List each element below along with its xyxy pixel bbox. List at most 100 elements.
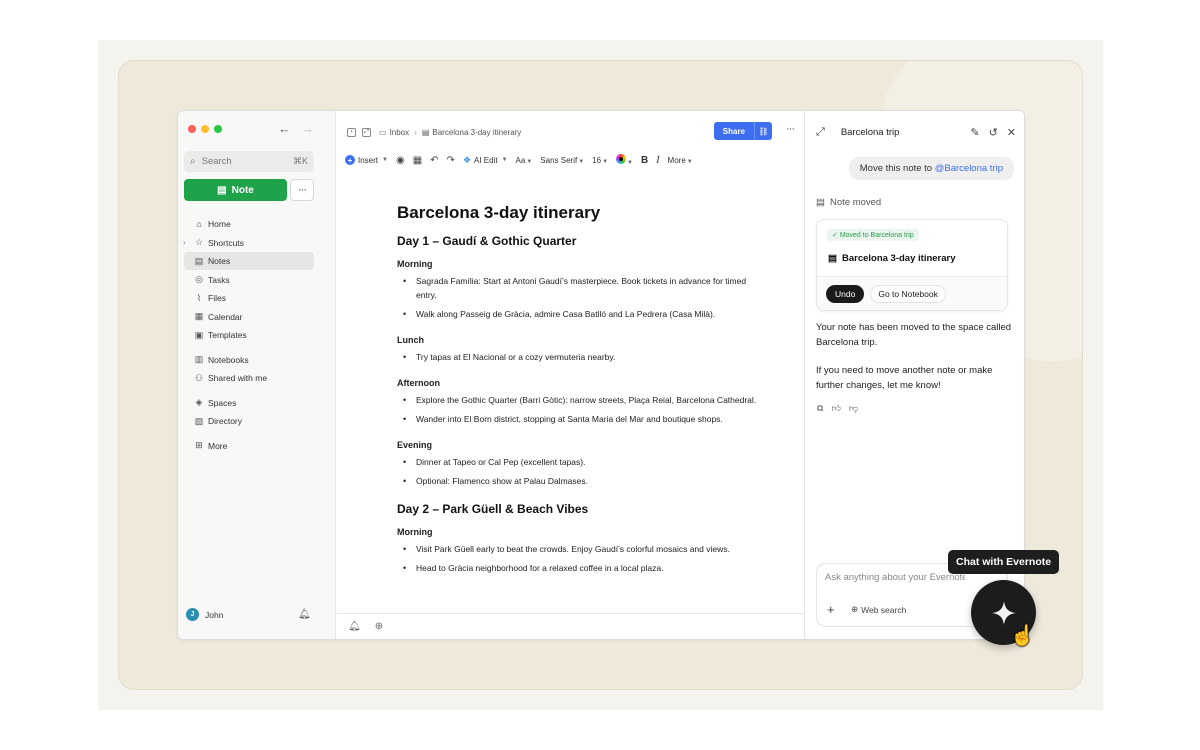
list-item: Try tapas at El Nacional or a cozy vermu… [397,350,757,364]
sidebar-nav: ⌂ Home › ☆ Shortcuts ▤ Notes ◎ Tasks ⌇ Files ▦… [183,215,314,455]
chevron-down-icon: ▼ [686,158,693,165]
edit-icon[interactable]: ✎ [970,126,979,139]
chevron-down-icon: ▼ [627,160,633,166]
status-badge-text: Moved to Barcelona trip [839,232,914,239]
ai-edit-button[interactable]: ❖ AI Edit ▼ [463,155,508,166]
user-account[interactable]: J John [186,608,223,621]
cube-icon: ◈ [195,397,203,407]
list-item: Optional: Flamenco show at Palau Dalmase… [397,474,757,488]
redo-icon[interactable]: ↷ [447,155,455,166]
font-label: Sans Serif [540,155,578,165]
back-arrow-icon[interactable]: ← [278,121,291,136]
user-message-text: Move this note to [859,163,935,174]
sidebar-item-spaces[interactable]: ◈ Spaces [184,394,314,412]
sidebar-item-home[interactable]: ⌂ Home [184,215,314,233]
sidebar-item-shortcuts[interactable]: › ☆ Shortcuts [183,234,314,252]
chat-header: ⤢ Barcelona trip ✎ ↺ ✕ [816,123,1016,141]
italic-icon[interactable]: I [656,155,659,166]
copy-icon[interactable]: ⧉ [817,403,823,414]
status-badge: ✓ Moved to Barcelona trip [827,229,919,241]
font-dropdown[interactable]: Sans Serif▼ [540,156,584,165]
go-to-notebook-button[interactable]: Go to Notebook [870,284,946,303]
search-input[interactable]: ⌕ Search ⌘K [184,151,314,172]
close-icon[interactable]: ✕ [1007,126,1016,139]
chevron-right-icon[interactable]: › [183,238,186,247]
sidebar-item-label: Notebooks [208,354,249,365]
sidebar-item-templates[interactable]: ▣ Templates [184,326,314,344]
maximize-window-button[interactable] [214,125,222,133]
chevron-right-icon: › [414,127,417,137]
breadcrumb-note[interactable]: Barcelona 3-day itinerary [432,128,521,137]
reminder-bell-icon[interactable]: 🔔︎ [348,621,361,632]
thumbs-down-icon[interactable]: 👎︎ [849,403,858,414]
undo-icon[interactable]: ↶ [430,155,438,166]
sidebar-item-label: Calendar [208,311,243,322]
sidebar-item-notebooks[interactable]: ▥ Notebooks [184,351,314,369]
template-icon: ▣ [194,329,204,340]
assistant-message-paragraph: If you need to move another note or make… [816,365,993,391]
card-note-title[interactable]: ▤ Barcelona 3-day itinerary [828,253,956,264]
note-icon: ▤ [421,127,430,137]
section-heading: Afternoon [397,378,440,388]
close-window-button[interactable] [188,125,196,133]
day1-heading: Day 1 – Gaudí & Gothic Quarter [397,234,577,248]
sidebar-item-more[interactable]: ⊞ More [184,437,314,455]
new-note-button[interactable]: ▤ Note [184,179,287,201]
sidebar-item-shared[interactable]: ⚇ Shared with me [184,369,314,387]
bold-icon[interactable]: B [641,155,648,166]
breadcrumb-inbox[interactable]: Inbox [390,128,410,137]
chevron-down-icon: ▼ [578,158,585,165]
assistant-message-paragraph: Your note has been moved to the space ca… [816,322,1012,348]
thumbs-up-icon[interactable]: 👍︎ [831,403,840,414]
sidebar-item-notes[interactable]: ▤ Notes [184,252,314,270]
sidebar-item-directory[interactable]: ▧ Directory [184,412,314,430]
note-title[interactable]: Barcelona 3-day itinerary [397,203,757,223]
bullet-list: Dinner at Tapeo or Cal Pep (excellent ta… [397,455,757,488]
font-size-dropdown[interactable]: 16▼ [592,156,608,165]
sparkle-icon [991,600,1016,625]
text-color-picker[interactable]: ▼ [616,154,633,166]
expand-icon[interactable]: ⤢ [362,127,371,137]
checkbox-icon[interactable]: ◉ [396,155,405,166]
more-options-icon[interactable]: ··· [786,123,795,135]
minimize-window-button[interactable] [201,125,209,133]
bell-icon[interactable]: 🔔︎ [298,609,311,620]
expand-icon[interactable]: ⤢ [816,126,825,139]
sidebar-item-tasks[interactable]: ◎ Tasks [184,271,314,289]
note-body[interactable]: Barcelona 3-day itinerary Day 1 – Gaudí … [397,203,757,615]
directory-icon: ▧ [194,415,204,426]
web-search-toggle[interactable]: ⊕ Web search [851,604,906,615]
add-reminder-icon[interactable]: ⊕ [375,621,383,632]
insert-button[interactable]: + Insert ▼ [345,155,388,165]
message-actions: ⧉ 👍︎ 👎︎ [817,403,858,414]
link-icon[interactable]: ⛓ [754,122,772,140]
chevron-down-icon: ▼ [526,158,533,165]
calendar-icon: ▦ [194,311,204,321]
sidebar-item-calendar[interactable]: ▦ Calendar [184,308,314,326]
more-format-dropdown[interactable]: More▼ [668,156,693,165]
chat-title: Barcelona trip [840,126,900,138]
forward-arrow-icon[interactable]: → [301,121,314,136]
sidebar-item-files[interactable]: ⌇ Files [184,289,314,307]
plus-icon[interactable]: + [827,602,835,617]
text-style-dropdown[interactable]: Aa▼ [516,156,533,165]
chevron-down-icon: ▼ [501,157,508,163]
space-mention[interactable]: @Barcelona trip [935,163,1003,174]
plus-icon: + [345,155,355,165]
card-note-title-text: Barcelona 3-day itinerary [841,253,956,264]
ai-edit-label: AI Edit [474,155,498,165]
bullet-list: Try tapas at El Nacional or a cozy vermu… [397,350,757,364]
undo-button[interactable]: Undo [826,284,865,303]
more-options-button[interactable]: ··· [290,179,314,201]
section-heading: Morning [397,527,433,537]
chat-input[interactable] [825,572,965,583]
list-item: Walk along Passeig de Gràcia, admire Cas… [397,307,757,321]
share-button[interactable]: Share [713,122,754,140]
sidebar-toggle-icon[interactable]: › [347,127,356,137]
history-icon[interactable]: ↺ [989,126,998,139]
chevron-down-icon: ▼ [602,158,609,165]
calendar-icon[interactable]: ▦ [413,155,422,166]
